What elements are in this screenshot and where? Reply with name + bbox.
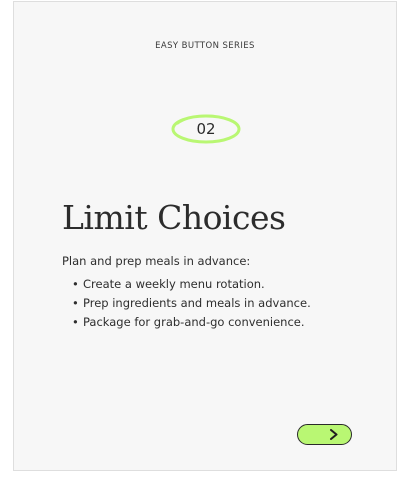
list-item-text: Package for grab-and-go convenience. [83, 315, 305, 329]
list-item: • Create a weekly menu rotation. [72, 275, 311, 294]
list-item: • Prep ingredients and meals in advance. [72, 294, 311, 313]
intro-text: Plan and prep meals in advance: [62, 254, 251, 268]
list-item-text: Prep ingredients and meals in advance. [83, 296, 311, 310]
bullet-icon: • [72, 277, 79, 291]
chevron-right-icon [330, 429, 338, 440]
list-item: • Package for grab-and-go convenience. [72, 313, 311, 332]
bullet-icon: • [72, 315, 79, 329]
bullet-icon: • [72, 296, 79, 310]
step-number-badge: 02 [171, 114, 241, 144]
bullet-list: • Create a weekly menu rotation. • Prep in… [72, 275, 311, 332]
series-label: EASY BUTTON SERIES [155, 41, 255, 51]
next-button[interactable] [297, 424, 352, 445]
list-item-text: Create a weekly menu rotation. [83, 277, 265, 291]
slide-card: EASY BUTTON SERIES 02 Limit Choices Plan… [13, 1, 397, 471]
slide-title: Limit Choices [62, 198, 286, 237]
step-number: 02 [196, 120, 216, 138]
